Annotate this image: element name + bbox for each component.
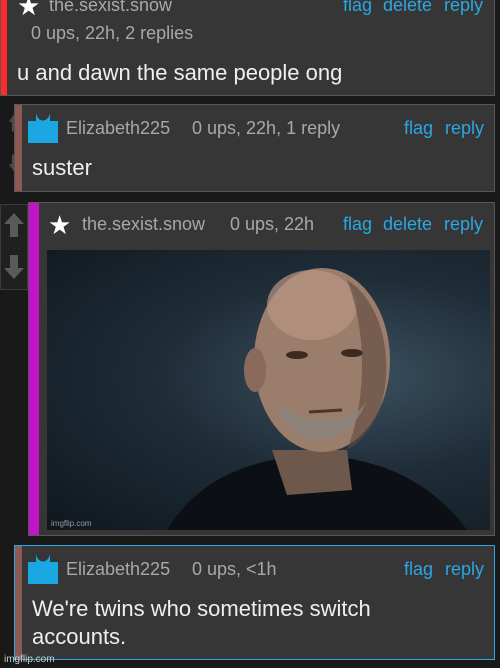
flag-link[interactable]: flag [343, 214, 372, 235]
comment-image[interactable]: imgflip.com [47, 250, 490, 530]
comment-2: Elizabeth225 0 ups, 22h, 1 reply flag re… [14, 104, 495, 192]
delete-link[interactable]: delete [383, 214, 432, 235]
upvote-arrow-icon[interactable] [2, 211, 26, 239]
thread-bar-brown [15, 546, 22, 659]
avatar-icon[interactable] [28, 554, 58, 584]
comment-username[interactable]: Elizabeth225 [66, 559, 170, 580]
comment-text-line-2: accounts. [32, 624, 127, 649]
comment-meta: 0 ups, 22h, 2 replies [31, 23, 194, 43]
delete-link[interactable]: delete [383, 0, 432, 16]
comment-username[interactable]: the.sexist.snow [49, 0, 172, 16]
star-icon: ★ [17, 0, 41, 21]
vote-column [0, 106, 20, 190]
comment-1: ★ the.sexist.snow flag delete reply 0 up… [0, 0, 495, 96]
thread-bar-red [1, 0, 7, 95]
star-icon: ★ [48, 210, 72, 240]
flag-link[interactable]: flag [404, 559, 433, 580]
comment-3: ★ the.sexist.snow 0 ups, 22h flag delete… [28, 202, 495, 536]
comment-meta: 0 ups, 22h, 1 reply [192, 118, 341, 138]
comment-4: Elizabeth225 0 ups, <1h flag reply We're… [14, 545, 495, 660]
comment-meta: 0 ups, <1h [192, 559, 277, 579]
comment-text: suster [32, 155, 92, 180]
comment-username[interactable]: the.sexist.snow [82, 214, 205, 235]
thread-bar-brown [15, 105, 22, 191]
downvote-arrow-icon[interactable] [2, 253, 26, 281]
reply-link[interactable]: reply [445, 559, 484, 580]
flag-link[interactable]: flag [343, 0, 372, 16]
flag-link[interactable]: flag [404, 118, 433, 139]
vote-column [0, 204, 28, 290]
comment-text-line-1: We're twins who sometimes switch [32, 596, 371, 621]
comment-username[interactable]: Elizabeth225 [66, 118, 170, 139]
image-watermark: imgflip.com [51, 519, 92, 528]
avatar-icon[interactable] [28, 113, 58, 143]
reply-link[interactable]: reply [445, 118, 484, 139]
footer-watermark: imgflip.com [4, 654, 55, 665]
comment-text: u and dawn the same people ong [17, 60, 343, 85]
comment-meta: 0 ups, 22h [230, 214, 315, 234]
thread-bar-magenta [29, 203, 39, 535]
portrait-illustration [167, 268, 467, 530]
reply-link[interactable]: reply [444, 0, 483, 16]
reply-link[interactable]: reply [444, 214, 483, 235]
